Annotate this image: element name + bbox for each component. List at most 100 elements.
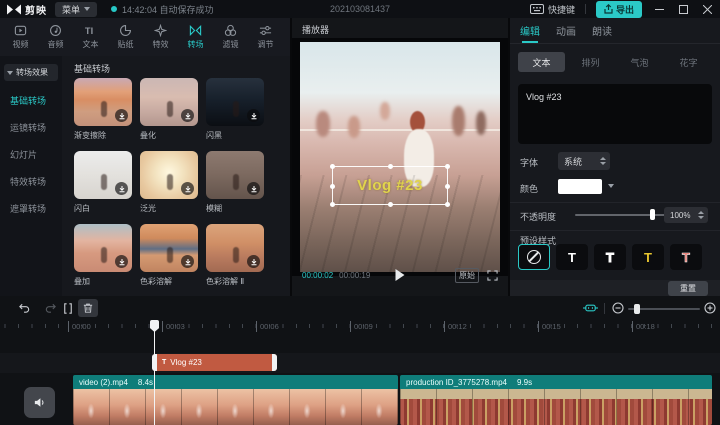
transition-item[interactable]: 色彩溶解 Ⅱ [206,224,264,287]
clip-duration: 8.4s [138,378,153,387]
redo-button[interactable] [42,300,58,316]
video-clip-1[interactable]: video (2).mp4 8.4s [73,375,398,425]
download-icon[interactable] [115,109,128,122]
category-mask[interactable]: 遮罩转场 [0,195,62,222]
subtab-bubble[interactable]: 气泡 [616,52,663,72]
keyboard-icon [530,4,544,14]
color-swatch[interactable] [558,179,602,194]
delete-button[interactable] [78,299,98,317]
tab-effects[interactable]: 特效 [143,24,178,50]
transition-label: 渐变擦除 [74,130,132,141]
tab-adjust[interactable]: 调节 [248,24,283,50]
download-icon[interactable] [247,109,260,122]
transition-thumbnail[interactable] [74,224,132,272]
preset-solid-white[interactable]: T [556,244,588,270]
font-select[interactable]: 系统 [558,152,610,170]
transition-thumbnail[interactable] [206,151,264,199]
transition-thumbnail[interactable] [74,78,132,126]
quality-button[interactable]: 原始 [455,268,479,283]
zoom-in-button[interactable] [702,300,718,316]
export-button[interactable]: 导出 [596,1,642,18]
preview-axis-toggle[interactable] [582,300,598,316]
preset-outline-white[interactable]: T [594,244,626,270]
transition-item[interactable]: 渐变擦除 [74,78,132,141]
zoom-out-button[interactable] [610,300,626,316]
transition-item[interactable]: 闪白 [74,151,132,214]
transition-item[interactable]: 模糊 [206,151,264,214]
track-mute-button[interactable] [24,387,55,418]
transition-thumbnail[interactable] [206,224,264,272]
timeline-zoom-handle[interactable] [634,304,640,314]
selection-handle[interactable] [330,184,335,189]
split-button[interactable] [60,300,76,316]
subtab-arrange[interactable]: 排列 [567,52,614,72]
transition-item[interactable]: 色彩溶解 [140,224,198,287]
download-icon[interactable] [181,255,194,268]
transition-item[interactable]: 泛光 [140,151,198,214]
opacity-slider-handle[interactable] [650,209,655,220]
transition-item[interactable]: 叠化 [140,78,198,141]
tab-text[interactable]: TI 文本 [73,24,108,50]
font-stepper[interactable] [600,157,606,165]
download-icon[interactable] [247,182,260,195]
filters-icon [224,24,237,37]
preset-none[interactable] [518,244,550,270]
tab-sticker[interactable]: 贴纸 [108,24,143,50]
timeline-ruler[interactable]: 00:00 00:03 00:06 00:09 00:12 00:15 00:1… [0,320,720,334]
transitions-grid-area: 基础转场 渐变擦除 叠化 闪黑 [62,56,290,296]
selection-handle[interactable] [445,184,450,189]
tab-transitions[interactable]: 转场 [178,24,213,50]
selection-handle[interactable] [388,164,393,169]
selection-handle[interactable] [330,164,335,169]
close-button[interactable] [700,2,714,16]
undo-button[interactable] [16,300,32,316]
play-button[interactable] [396,269,405,281]
tab-audio[interactable]: 音频 [38,24,73,50]
tab-video[interactable]: 视频 [3,24,38,50]
overlay-text[interactable]: Vlog #23 [357,177,423,194]
transition-thumbnail[interactable] [140,151,198,199]
subtab-text[interactable]: 文本 [518,52,565,72]
menu-button[interactable]: 菜单 [55,2,97,17]
download-icon[interactable] [247,255,260,268]
text-selection-box[interactable]: Vlog #23 [332,166,448,205]
tab-tts[interactable]: 朗读 [592,18,612,43]
subtab-fancy[interactable]: 花字 [665,52,712,72]
download-icon[interactable] [115,182,128,195]
playhead[interactable] [154,320,155,425]
transition-item[interactable]: 叠加 [74,224,132,287]
transition-thumbnail[interactable] [74,151,132,199]
text-content-input[interactable]: Vlog #23 [518,84,712,144]
minimize-button[interactable] [652,2,666,16]
shortcuts-button[interactable]: 快捷键 [530,3,575,16]
category-basic[interactable]: 基础转场 [0,87,62,114]
category-group-header[interactable]: 转场效果 [4,64,58,81]
video-preview[interactable]: Vlog #23 [300,42,500,272]
preset-red-outline[interactable]: T [670,244,702,270]
fullscreen-icon[interactable] [487,270,498,281]
reset-button[interactable]: 重置 [668,281,708,296]
category-camera[interactable]: 运镜转场 [0,114,62,141]
tab-animation[interactable]: 动画 [556,18,576,43]
video-icon [14,24,27,37]
transition-thumbnail[interactable] [140,78,198,126]
preset-solid-yellow[interactable]: T [632,244,664,270]
tab-filters[interactable]: 滤镜 [213,24,248,50]
download-icon[interactable] [181,109,194,122]
opacity-stepper[interactable] [698,211,704,219]
transition-thumbnail[interactable] [140,224,198,272]
download-icon[interactable] [115,255,128,268]
tab-edit[interactable]: 编辑 [520,18,540,43]
chevron-down-icon[interactable] [608,184,614,188]
category-effect[interactable]: 特效转场 [0,168,62,195]
category-slideshow[interactable]: 幻灯片 [0,141,62,168]
transition-thumbnail[interactable] [206,78,264,126]
transition-item[interactable]: 闪黑 [206,78,264,141]
video-clip-2[interactable]: production ID_3775278.mp4 9.9s [400,375,712,425]
sticker-icon [119,24,132,37]
selection-handle[interactable] [445,164,450,169]
maximize-button[interactable] [676,2,690,16]
download-icon[interactable] [181,182,194,195]
opacity-value-box[interactable]: 100% [664,207,708,223]
text-clip[interactable]: T Vlog #23 [152,354,277,371]
